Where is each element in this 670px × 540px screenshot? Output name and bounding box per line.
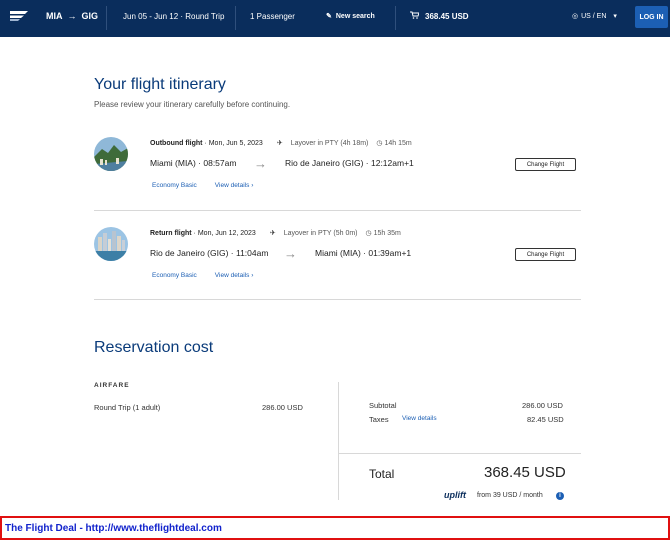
fare-class-link[interactable]: Economy Basic [152,272,197,279]
divider [106,6,107,30]
top-bar: MIA → GIG Jun 05 - Jun 12 · Round Trip 1… [0,0,670,37]
pencil-icon: ✎ [326,13,332,20]
flight-duration: 14h 15m [384,139,412,147]
plane-icon: ✈ [269,230,276,237]
cart-price: 368.45 USD [425,11,469,21]
footer-text: The Flight Deal - http://www.theflightde… [5,523,222,534]
uplift-financing-text: from 39 USD / month [477,492,543,499]
view-details-link[interactable]: View details › [215,182,254,189]
subtotal-value: 286.00 USD [522,401,563,410]
adult-count: (1 adult) [132,403,161,412]
divider [338,453,581,454]
travel-dates: Jun 05 - Jun 12 · Round Trip [123,12,225,21]
change-flight-button[interactable]: Change Flight [515,158,576,171]
total-label: Total [369,467,395,481]
flight-label: Return flight [150,229,192,237]
arrow-right-icon: → [254,156,267,171]
locale-label: US / EN [581,12,607,20]
flight-header: Outbound flight · Mon, Jun 5, 2023 ✈ Lay… [150,139,412,148]
departure-time: 08:57am [203,158,237,168]
clock-icon: ◷ [376,140,383,147]
chevron-down-icon: ▾ [613,13,617,20]
subtotal-label: Subtotal [369,401,397,410]
globe-icon: ◎ [572,13,579,20]
destination-code: GIG [81,11,99,21]
departure-airport: Miami (MIA) · [150,158,204,168]
cart-icon [410,11,420,21]
arrival-time: 01:39am+1 [368,248,412,258]
arrow-right-icon: → [284,246,297,261]
flight-times: Miami (MIA) · 08:57am → Rio de Janeiro (… [150,156,470,172]
cart-total[interactable]: 368.45 USD [410,11,469,21]
taxes-value: 82.45 USD [527,415,564,424]
arrival: Miami (MIA) · 01:39am+1 [315,248,411,258]
arrival-airport: Rio de Janeiro (GIG) · [285,158,371,168]
passenger-count: 1 Passenger [250,12,295,21]
return-flight-card: Return flight · Mon, Jun 12, 2023 ✈ Layo… [94,227,581,297]
flight-label: Outbound flight [150,139,203,147]
taxes-label: Taxes [369,415,389,424]
vertical-divider [338,382,339,500]
airfare-heading: AIRFARE [94,382,130,389]
view-details-label: View details [214,182,250,189]
arrival-airport: Miami (MIA) · [315,248,369,258]
new-search-label: New search [335,12,375,20]
divider [395,6,396,30]
arrow-right-icon: → [67,11,77,21]
view-details-link[interactable]: View details › [215,272,254,279]
flight-date: Mon, Jun 12, 2023 [197,229,256,237]
page-title: Your flight itinerary [94,76,226,93]
language-selector[interactable]: ◎ US / EN ▾ [572,12,617,21]
divider [94,299,581,300]
airline-logo[interactable] [9,9,29,22]
flight-links: Economy Basic View details › [152,272,253,279]
route-summary: MIA → GIG [46,11,98,21]
flight-duration: 15h 35m [373,229,401,237]
source-footer: The Flight Deal - http://www.theflightde… [0,516,670,540]
arrival: Rio de Janeiro (GIG) · 12:12am+1 [285,158,414,168]
plane-icon: ✈ [276,140,283,147]
login-button[interactable]: LOG IN [635,6,668,28]
taxes-details-link[interactable]: View details [402,415,437,422]
flight-times: Rio de Janeiro (GIG) · 11:04am → Miami (… [150,246,470,262]
fare-class-link[interactable]: Economy Basic [152,182,197,189]
flight-date: Mon, Jun 5, 2023 [208,139,263,147]
view-details-label: View details [214,272,250,279]
divider [235,6,236,30]
info-icon[interactable]: i [556,492,564,500]
departure-time: 11:04am [235,248,269,258]
page-subtitle: Please review your itinerary carefully b… [94,100,291,109]
flight-links: Economy Basic View details › [152,182,253,189]
section-title: Reservation cost [94,339,214,356]
new-search-button[interactable]: ✎ New search [326,12,375,21]
round-trip-label: Round Trip (1 adult) [94,403,160,412]
departure-airport: Rio de Janeiro (GIG) · [150,248,236,258]
chevron-right-icon: › [251,182,254,189]
miami-destination-photo [94,227,128,261]
round-trip-amount: 286.00 USD [262,403,303,412]
layover-info: Layover in PTY (5h 0m) [283,229,358,237]
round-trip-text: Round Trip [94,403,131,412]
rio-destination-photo [94,137,128,171]
origin-code: MIA [46,11,63,21]
change-flight-button[interactable]: Change Flight [515,248,576,261]
chevron-right-icon: › [251,272,254,279]
uplift-logo: uplift [444,490,466,500]
departure: Miami (MIA) · 08:57am [150,158,236,168]
layover-info: Layover in PTY (4h 18m) [290,139,369,147]
flight-header: Return flight · Mon, Jun 12, 2023 ✈ Layo… [150,229,401,238]
divider [94,210,581,211]
clock-icon: ◷ [365,230,372,237]
departure: Rio de Janeiro (GIG) · 11:04am [150,248,268,258]
total-value: 368.45 USD [484,464,566,481]
arrival-time: 12:12am+1 [370,158,414,168]
outbound-flight-card: Outbound flight · Mon, Jun 5, 2023 ✈ Lay… [94,137,581,207]
